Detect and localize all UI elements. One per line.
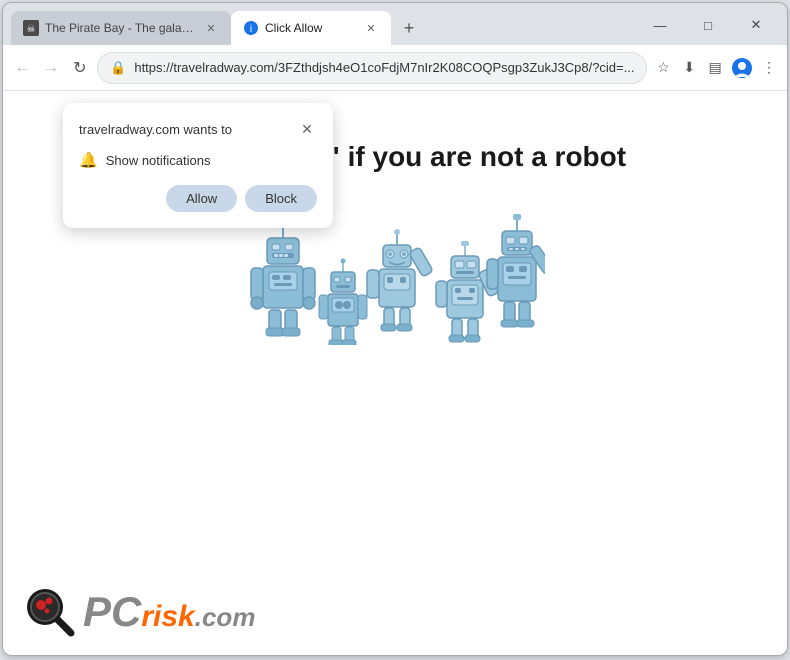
star-button[interactable]: ☆ (653, 54, 673, 82)
title-bar: ☠ The Pirate Bay - The galaxy's m... ✕ i… (3, 3, 787, 45)
popup-buttons: Allow Block (79, 185, 317, 212)
block-button[interactable]: Block (245, 185, 317, 212)
bell-icon: 🔔 (79, 151, 98, 169)
tab-clickallow-favicon: i (243, 20, 259, 36)
back-button[interactable]: ← (11, 52, 34, 84)
tab-piratebay-close[interactable]: ✕ (203, 20, 219, 36)
content-area: travelradway.com wants to ✕ 🔔 Show notif… (3, 91, 787, 655)
minimize-button[interactable]: — (637, 13, 683, 37)
tab-piratebay-title: The Pirate Bay - The galaxy's m... (45, 21, 197, 35)
new-tab-button[interactable]: + (395, 14, 423, 42)
brand-dotcom: .com (195, 604, 256, 630)
forward-button[interactable]: → (40, 52, 63, 84)
maximize-button[interactable]: □ (685, 13, 731, 37)
secure-icon: 🔒 (110, 60, 126, 76)
download-button[interactable]: ⬇ (679, 54, 699, 82)
tab-clickallow-close[interactable]: ✕ (363, 20, 379, 36)
popup-header: travelradway.com wants to ✕ (79, 119, 317, 139)
brand-risk: risk (141, 602, 194, 632)
menu-button[interactable]: ⋮ (759, 54, 779, 82)
popup-title: travelradway.com wants to (79, 122, 232, 137)
notification-permission-text: Show notifications (106, 153, 211, 168)
window-controls: — □ ✕ (637, 13, 779, 37)
close-button[interactable]: ✕ (733, 13, 779, 37)
footer-brand: PC risk .com (23, 585, 255, 639)
notification-row: 🔔 Show notifications (79, 151, 317, 169)
svg-text:☠: ☠ (27, 24, 36, 35)
tab-piratebay[interactable]: ☠ The Pirate Bay - The galaxy's m... ✕ (11, 11, 231, 45)
tab-clickallow[interactable]: i Click Allow ✕ (231, 11, 391, 45)
notification-popup: travelradway.com wants to ✕ 🔔 Show notif… (63, 103, 333, 228)
tab-piratebay-favicon: ☠ (23, 20, 39, 36)
url-text: https://travelradway.com/3FZthdjsh4eO1co… (134, 60, 634, 75)
pcrisk-logo-icon (23, 585, 77, 639)
address-bar[interactable]: 🔒 https://travelradway.com/3FZthdjsh4eO1… (97, 52, 647, 84)
reader-mode-button[interactable]: ▤ (705, 54, 725, 82)
nav-bar: ← → ↻ 🔒 https://travelradway.com/3FZthdj… (3, 45, 787, 91)
refresh-button[interactable]: ↻ (68, 52, 91, 84)
profile-button[interactable] (731, 54, 753, 82)
brand-pc: PC (83, 591, 141, 633)
allow-button[interactable]: Allow (166, 185, 237, 212)
svg-text:i: i (250, 24, 252, 35)
tab-clickallow-title: Click Allow (265, 21, 357, 35)
brand-text: PC risk .com (83, 591, 255, 633)
popup-close-button[interactable]: ✕ (297, 119, 317, 139)
browser-window: ☠ The Pirate Bay - The galaxy's m... ✕ i… (2, 2, 788, 656)
